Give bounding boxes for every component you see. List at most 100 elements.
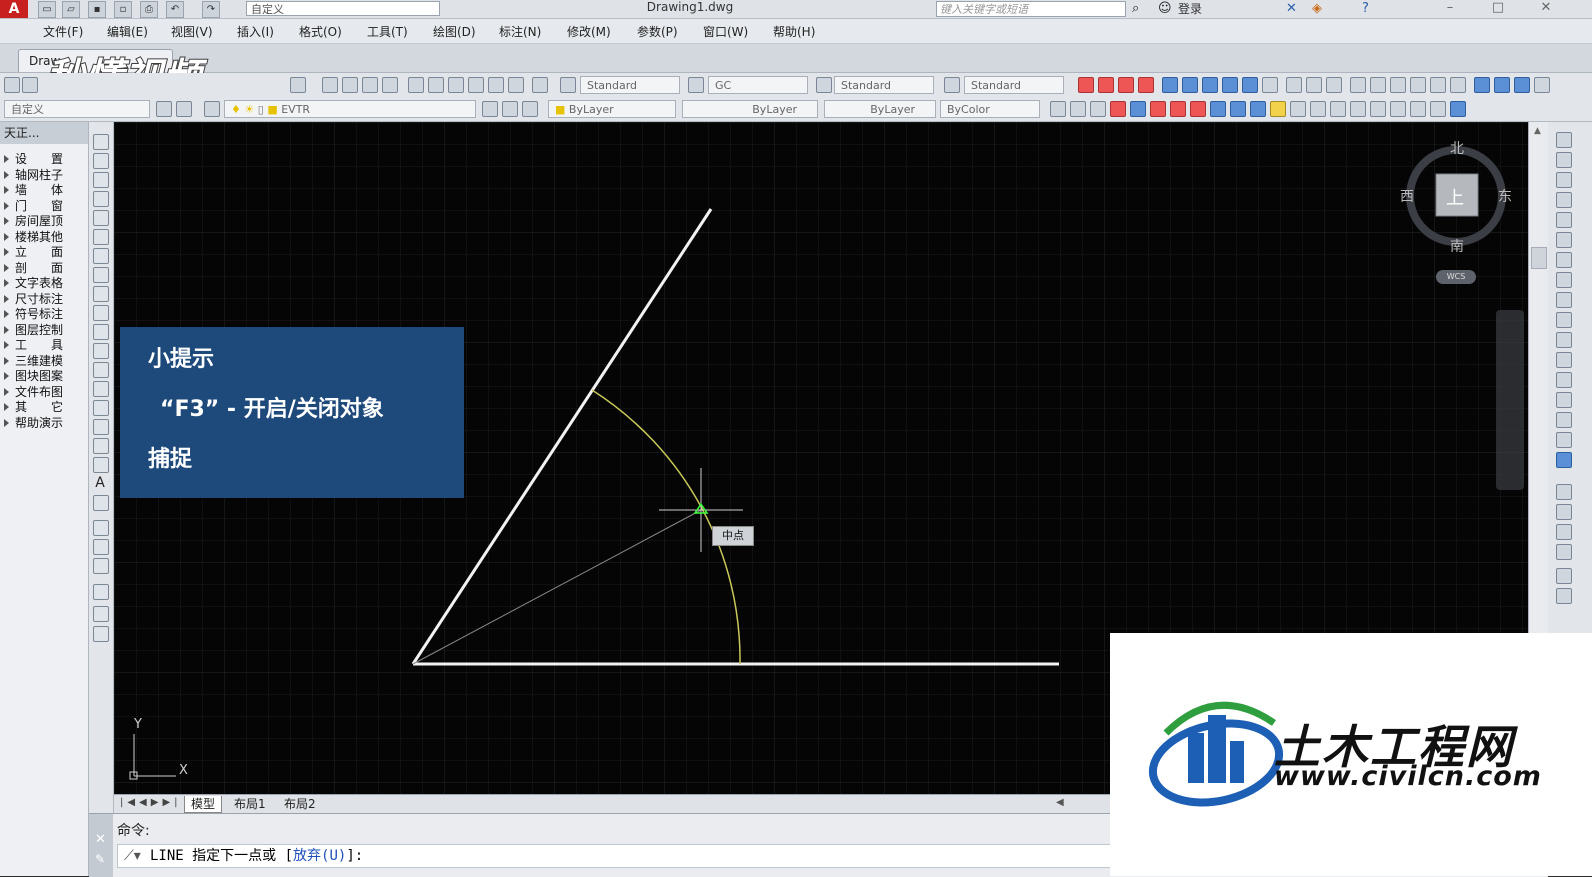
multileader-style-icon[interactable]	[944, 77, 960, 93]
properties-icon[interactable]	[408, 77, 424, 93]
command-option-undo[interactable]: 放弃(U)	[293, 848, 346, 864]
compass-west[interactable]: 西	[1400, 186, 1414, 206]
hscroll-left-icon[interactable]: ◀	[1056, 797, 1064, 808]
chamfer-icon[interactable]	[1556, 392, 1572, 408]
panel-item[interactable]: 文件布图	[0, 385, 88, 401]
menu-help[interactable]: 帮助(H)	[770, 19, 818, 43]
customize-command-icon[interactable]: ✎	[95, 852, 105, 866]
panel-item[interactable]: 设 置	[0, 152, 88, 168]
stretch-icon[interactable]	[1556, 292, 1572, 308]
tool-palettes-icon[interactable]	[448, 77, 464, 93]
panel-item[interactable]: 文字表格	[0, 276, 88, 292]
quick-dim-icon[interactable]	[1326, 77, 1342, 93]
menu-parametric[interactable]: 参数(P)	[634, 19, 681, 43]
open-icon[interactable]	[22, 77, 38, 93]
dim-angular-icon[interactable]	[1306, 77, 1322, 93]
scroll-up-icon[interactable]: ▲	[1534, 126, 1541, 136]
layout-nav-icons[interactable]: |◀◀▶▶|	[120, 797, 182, 808]
app-store-icon[interactable]: ◈	[1312, 1, 1322, 16]
dim-break-icon[interactable]	[1410, 77, 1426, 93]
point-icon[interactable]	[93, 381, 109, 397]
midpoint-icon[interactable]	[1138, 77, 1154, 93]
binoculars-icon[interactable]: ⌕	[1132, 1, 1139, 16]
table-icon[interactable]	[93, 457, 109, 473]
line-icon[interactable]	[93, 134, 109, 150]
save-workspace-icon[interactable]	[176, 101, 192, 117]
tz-icon-18[interactable]	[1390, 101, 1406, 117]
zoom-realtime-icon[interactable]	[342, 77, 358, 93]
endpoint-icon[interactable]	[1118, 77, 1134, 93]
tz-icon-5[interactable]	[1130, 101, 1146, 117]
panel-item[interactable]: 剖 面	[0, 261, 88, 277]
viewcube[interactable]: 北 南 东 西 上	[1400, 140, 1512, 255]
join-icon[interactable]	[1556, 372, 1572, 388]
multiline-text-icon[interactable]: A	[93, 476, 107, 490]
layer-state-icon[interactable]	[522, 101, 538, 117]
zoom-window-icon[interactable]	[362, 77, 378, 93]
ellipse-icon[interactable]	[93, 305, 109, 321]
extend-icon[interactable]	[1556, 332, 1572, 348]
dim-style-icon[interactable]	[688, 77, 704, 93]
menu-dimension[interactable]: 标注(N)	[496, 19, 544, 43]
tz-icon-3[interactable]	[1090, 101, 1106, 117]
tz-icon-4[interactable]	[1110, 101, 1126, 117]
menu-view[interactable]: 视图(V)	[168, 19, 216, 43]
tz-globe-icon[interactable]	[1450, 101, 1466, 117]
draworder-3-icon[interactable]	[1556, 524, 1572, 540]
fillet-icon[interactable]	[1556, 412, 1572, 428]
text-style-select[interactable]: Standard	[580, 76, 680, 94]
region-icon[interactable]	[93, 438, 109, 454]
dim-ordinate-icon[interactable]	[1222, 77, 1238, 93]
copy-icon[interactable]	[1556, 152, 1572, 168]
compass-east[interactable]: 东	[1498, 186, 1512, 206]
navigation-bar[interactable]	[1496, 310, 1524, 490]
multileader-style-select[interactable]: Standard	[964, 76, 1064, 94]
modify-tool-2-icon[interactable]	[93, 539, 109, 555]
workspace-settings-icon[interactable]	[156, 101, 172, 117]
inspection-icon[interactable]	[1474, 77, 1490, 93]
tab-layout1[interactable]: 布局1	[228, 796, 272, 812]
panel-item[interactable]: 符号标注	[0, 307, 88, 323]
jogged-linear-icon[interactable]	[1494, 77, 1510, 93]
layer-previous-icon[interactable]	[502, 101, 518, 117]
draworder-5-icon[interactable]	[1556, 568, 1572, 584]
tz-icon-9[interactable]	[1210, 101, 1226, 117]
construction-line-icon[interactable]	[93, 153, 109, 169]
dim-style-select[interactable]: GC	[708, 76, 808, 94]
wcs-menu[interactable]: WCS	[1436, 270, 1476, 284]
panel-item[interactable]: 图层控制	[0, 323, 88, 339]
table-style-icon[interactable]	[816, 77, 832, 93]
insert-block-icon[interactable]	[93, 343, 109, 359]
panel-item[interactable]: 帮助演示	[0, 416, 88, 432]
break-icon[interactable]	[1556, 352, 1572, 368]
dim-space-icon[interactable]	[1390, 77, 1406, 93]
tz-icon-15[interactable]	[1330, 101, 1346, 117]
rotate-icon[interactable]	[1556, 252, 1572, 268]
workspace-combo[interactable]: 自定义	[4, 100, 150, 118]
menu-tools[interactable]: 工具(T)	[364, 19, 411, 43]
menu-draw[interactable]: 绘图(D)	[430, 19, 479, 43]
panel-item[interactable]: 三维建模	[0, 354, 88, 370]
tz-text-icon[interactable]	[1410, 101, 1426, 117]
autocad-logo-icon[interactable]: A	[0, 0, 28, 18]
rectangle-icon[interactable]	[93, 210, 109, 226]
panel-item[interactable]: 图块图案	[0, 369, 88, 385]
tz-icon-11[interactable]	[1250, 101, 1266, 117]
help-icon[interactable]: ?	[1362, 1, 1369, 16]
arc-icon[interactable]	[93, 229, 109, 245]
qnew-icon[interactable]	[4, 77, 20, 93]
pan-icon[interactable]	[322, 77, 338, 93]
dim-text-edit-icon[interactable]	[1534, 77, 1550, 93]
viewcube-top-face[interactable]: 上	[1446, 184, 1464, 210]
zoom-previous-icon[interactable]	[382, 77, 398, 93]
table-style-select[interactable]: Standard	[834, 76, 934, 94]
dim-baseline-icon[interactable]	[1350, 77, 1366, 93]
tz-icon-17[interactable]	[1370, 101, 1386, 117]
workspace-select[interactable]: 自定义	[246, 1, 440, 16]
dim-linear-icon[interactable]	[1162, 77, 1178, 93]
markup-icon[interactable]	[488, 77, 504, 93]
dim-jogged-icon[interactable]	[1262, 77, 1278, 93]
make-current-layer-icon[interactable]	[482, 101, 498, 117]
blend-icon[interactable]	[1556, 432, 1572, 448]
dim-diameter-icon[interactable]	[1286, 77, 1302, 93]
